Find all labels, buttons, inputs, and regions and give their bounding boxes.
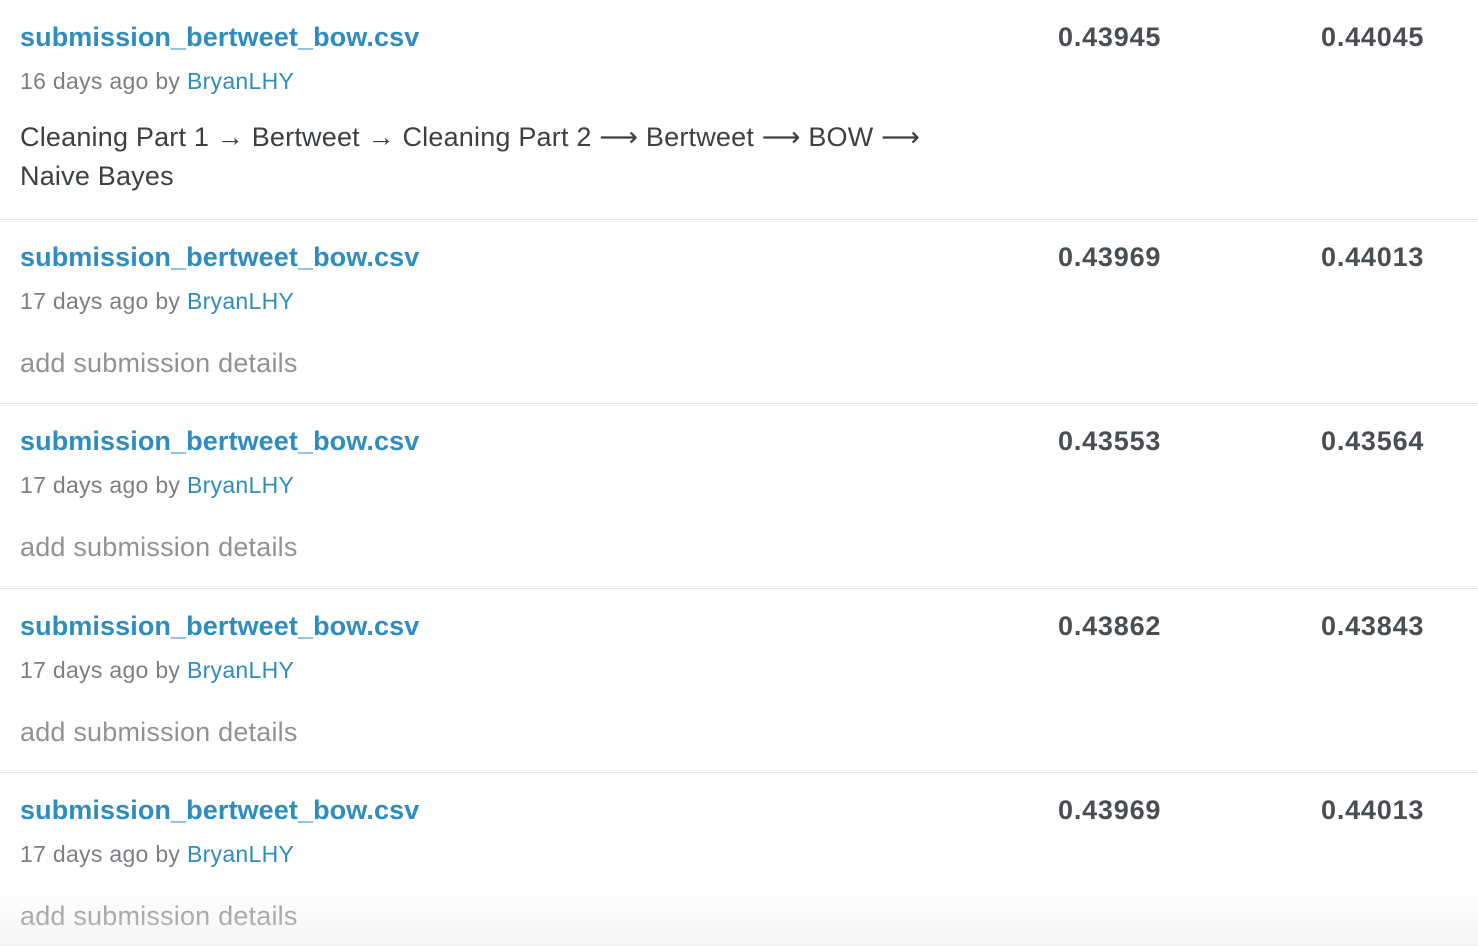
submitter-username-link[interactable]: BryanLHY — [187, 472, 294, 498]
submission-by-label: by — [155, 841, 181, 867]
submission-meta: 17 days ago by BryanLHY — [20, 657, 294, 684]
public-score: 0.44013 — [1321, 795, 1425, 825]
private-score: 0.43945 — [1058, 22, 1162, 52]
submission-filename-link[interactable]: submission_bertweet_bow.csv — [20, 611, 419, 642]
submission-age: 17 days ago — [20, 657, 149, 683]
submitter-username-link[interactable]: BryanLHY — [187, 288, 294, 314]
submission-meta: 17 days ago by BryanLHY — [20, 288, 294, 315]
submission-row: submission_bertweet_bow.csv 16 days ago … — [0, 0, 1478, 220]
submission-by-label: by — [155, 472, 181, 498]
submission-filename-link[interactable]: submission_bertweet_bow.csv — [20, 426, 419, 457]
submissions-list: submission_bertweet_bow.csv 16 days ago … — [0, 0, 1478, 946]
submission-row: submission_bertweet_bow.csv 17 days ago … — [0, 404, 1478, 589]
submission-filename-link[interactable]: submission_bertweet_bow.csv — [20, 795, 419, 826]
submission-age: 17 days ago — [20, 472, 149, 498]
submitter-username-link[interactable]: BryanLHY — [187, 68, 294, 94]
submission-by-label: by — [155, 68, 181, 94]
submission-meta: 17 days ago by BryanLHY — [20, 472, 294, 499]
private-score: 0.43969 — [1058, 242, 1162, 272]
submission-filename-link[interactable]: submission_bertweet_bow.csv — [20, 22, 419, 53]
submitter-username-link[interactable]: BryanLHY — [187, 657, 294, 683]
submission-by-label: by — [155, 657, 181, 683]
public-score: 0.44045 — [1321, 22, 1425, 52]
submission-meta: 16 days ago by BryanLHY — [20, 68, 294, 95]
add-submission-details-link[interactable]: add submission details — [20, 528, 950, 567]
submitter-username-link[interactable]: BryanLHY — [187, 841, 294, 867]
submission-row: submission_bertweet_bow.csv 17 days ago … — [0, 589, 1478, 773]
submission-filename-link[interactable]: submission_bertweet_bow.csv — [20, 242, 419, 273]
private-score: 0.43862 — [1058, 611, 1162, 641]
private-score: 0.43553 — [1058, 426, 1162, 456]
submission-description: Cleaning Part 1 → Bertweet → Cleaning Pa… — [20, 122, 921, 191]
submission-row: submission_bertweet_bow.csv 17 days ago … — [0, 220, 1478, 404]
submission-age: 16 days ago — [20, 68, 149, 94]
public-score: 0.43843 — [1321, 611, 1425, 641]
submission-by-label: by — [155, 288, 181, 314]
submission-row: submission_bertweet_bow.csv 17 days ago … — [0, 773, 1478, 946]
submission-meta: 17 days ago by BryanLHY — [20, 841, 294, 868]
add-submission-details-link[interactable]: add submission details — [20, 713, 950, 752]
public-score: 0.44013 — [1321, 242, 1425, 272]
add-submission-details-link[interactable]: add submission details — [20, 897, 950, 936]
private-score: 0.43969 — [1058, 795, 1162, 825]
public-score: 0.43564 — [1321, 426, 1425, 456]
submission-age: 17 days ago — [20, 288, 149, 314]
submission-age: 17 days ago — [20, 841, 149, 867]
add-submission-details-link[interactable]: add submission details — [20, 344, 950, 383]
